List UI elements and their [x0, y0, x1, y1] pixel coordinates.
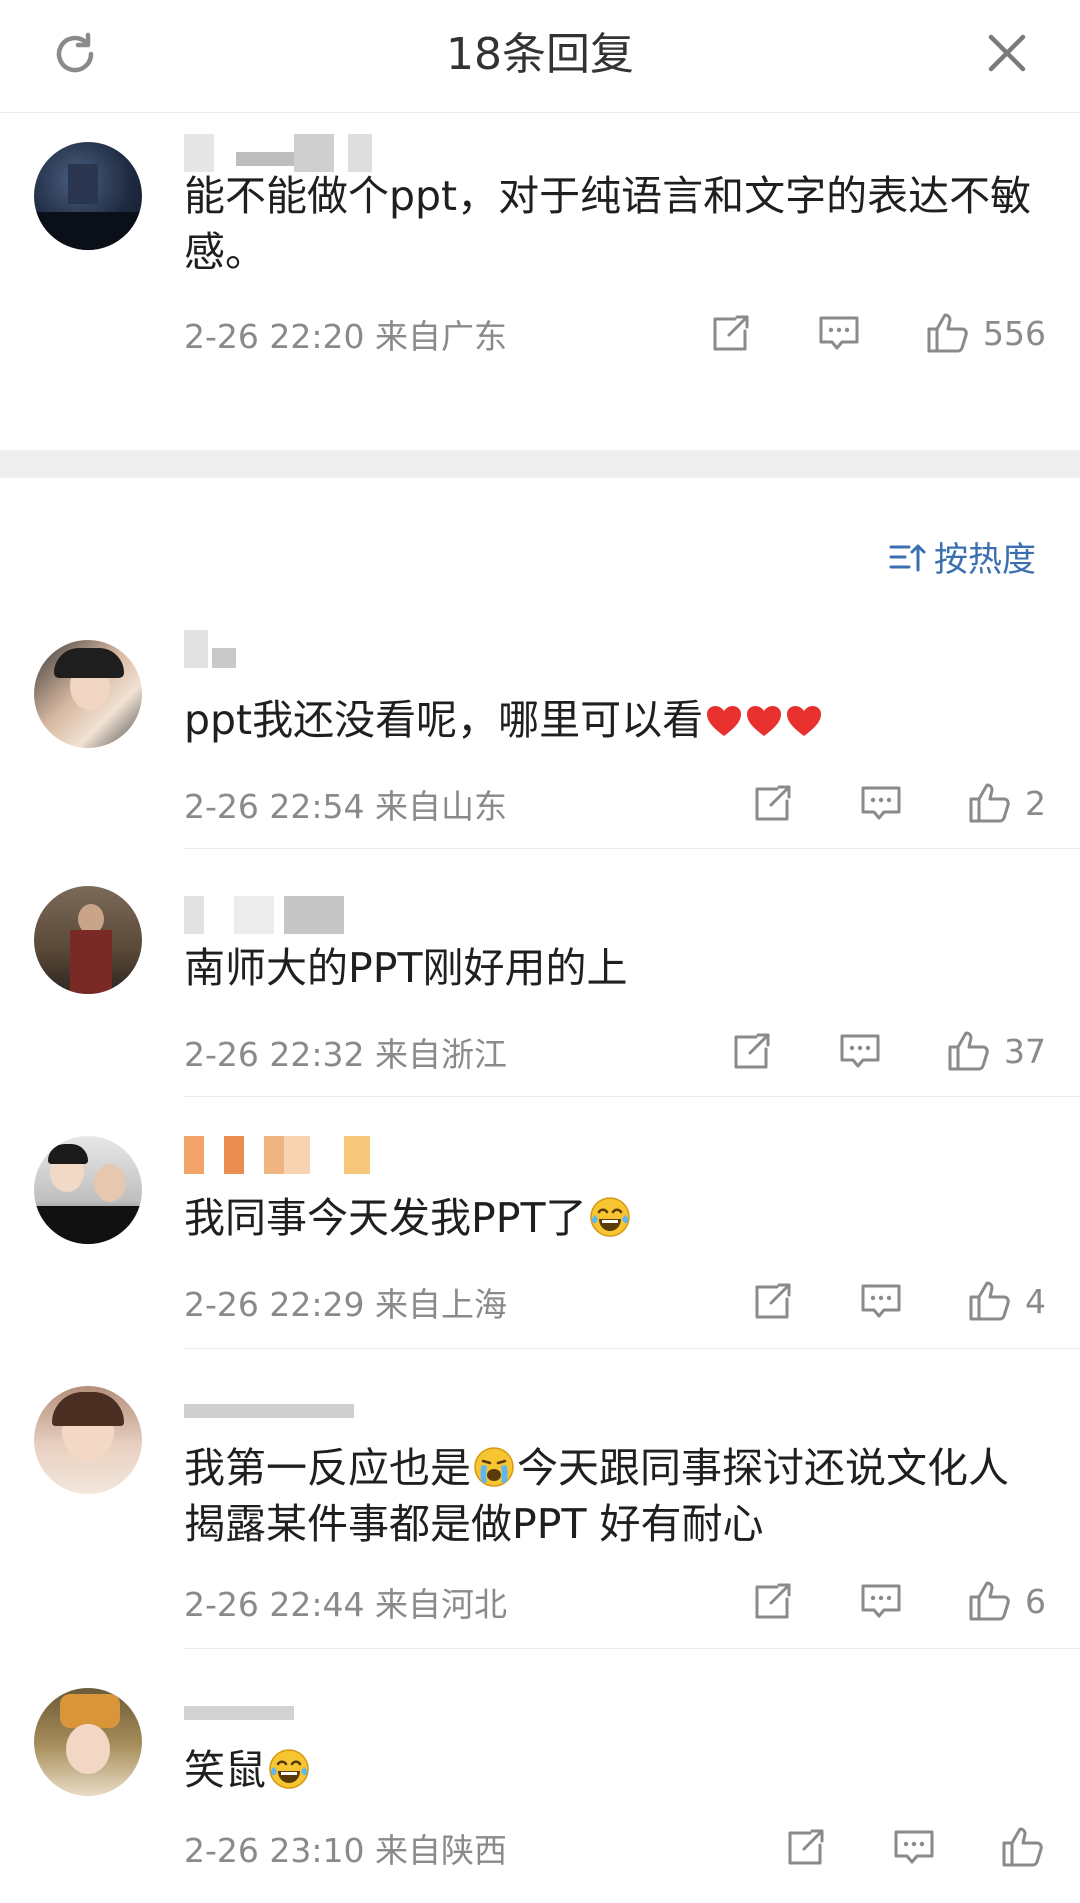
heart-emoji: [785, 704, 823, 738]
comment-actions: 37: [668, 1026, 1046, 1076]
share-icon[interactable]: [728, 1027, 776, 1075]
like-count: 4: [1025, 1281, 1046, 1321]
like-count: 2: [1025, 783, 1046, 823]
comment-text-body: 笑鼠: [184, 1746, 266, 1794]
username-blurred[interactable]: [184, 1388, 354, 1426]
comment-meta: 2-26 22:20 来自广东: [184, 317, 507, 356]
comment-icon[interactable]: [815, 309, 863, 357]
laugh-cry-emoji: [268, 1748, 310, 1790]
avatar[interactable]: [34, 1386, 142, 1494]
comment-text: 我同事今天发我PPT了: [184, 1190, 1040, 1246]
section-divider: [0, 450, 1080, 478]
root-comment: 能不能做个ppt，对于纯语言和文字的表达不敏感。 2-26 22:20 来自广东…: [0, 112, 1080, 450]
sort-toggle[interactable]: 按热度: [888, 532, 1036, 581]
comment-icon[interactable]: [857, 1277, 905, 1325]
divider: [184, 1096, 1080, 1097]
comment-meta: 2-26 22:32 来自浙江: [184, 1035, 507, 1074]
like-icon[interactable]: [965, 779, 1013, 827]
username-blurred[interactable]: [184, 896, 344, 934]
share-icon[interactable]: [749, 779, 797, 827]
comment-text: 能不能做个ppt，对于纯语言和文字的表达不敏感。: [184, 172, 1032, 276]
sort-label: 按热度: [934, 540, 1036, 580]
divider: [184, 1348, 1080, 1349]
top-bar: 18条回复: [0, 0, 1080, 113]
reply-item: 笑鼠 2-26 23:10 来自陕西: [0, 1686, 1080, 1903]
comment-meta: 2-26 22:29 来自上海: [184, 1285, 507, 1324]
comment-icon[interactable]: [890, 1823, 938, 1871]
heart-emoji: [705, 704, 743, 738]
comment-icon[interactable]: [857, 779, 905, 827]
comment-text-body: 我同事今天发我PPT了: [184, 1194, 587, 1242]
comment-text-body: ppt我还没看呢，哪里可以看: [184, 696, 704, 744]
like-count: 556: [983, 313, 1046, 353]
divider: [184, 848, 1080, 849]
avatar[interactable]: [34, 640, 142, 748]
divider: [184, 1648, 1080, 1649]
comment-text-part: 我第一反应也是: [184, 1444, 471, 1492]
avatar[interactable]: [34, 1688, 142, 1796]
heart-emoji: [745, 704, 783, 738]
comment-actions: 556: [647, 308, 1046, 358]
username-blurred[interactable]: [184, 630, 264, 668]
like-count: 37: [1004, 1031, 1046, 1071]
comment-meta: 2-26 22:54 来自山东: [184, 787, 507, 826]
avatar[interactable]: [34, 1136, 142, 1244]
like-icon[interactable]: [998, 1823, 1046, 1871]
comment-text: ppt我还没看呢，哪里可以看: [184, 692, 1040, 748]
reply-item: 南师大的PPT刚好用的上 2-26 22:32 来自浙江 37: [0, 884, 1080, 1097]
avatar[interactable]: [34, 886, 142, 994]
reply-item: 我第一反应也是 今天跟同事探讨还说文化人揭露某件事都是做PPT 好有耐心 2-26…: [0, 1384, 1080, 1649]
username-blurred[interactable]: [184, 1690, 294, 1728]
like-icon[interactable]: [944, 1027, 992, 1075]
comment-meta: 2-26 22:44 来自河北: [184, 1585, 507, 1624]
avatar[interactable]: [34, 142, 142, 250]
reply-item: ppt我还没看呢，哪里可以看 2-26 22:54 来自山东 2: [0, 630, 1080, 849]
loudly-crying-emoji: [473, 1446, 515, 1488]
reply-item: 我同事今天发我PPT了 2-26 22:29 来自上海 4: [0, 1134, 1080, 1349]
share-icon[interactable]: [782, 1823, 830, 1871]
comment-text: 南师大的PPT刚好用的上: [184, 944, 628, 992]
comment-text: 笑鼠: [184, 1742, 1040, 1798]
comment-meta: 2-26 23:10 来自陕西: [184, 1831, 507, 1870]
comment-icon[interactable]: [857, 1577, 905, 1625]
comment-actions: [722, 1822, 1046, 1872]
page-title: 18条回复: [446, 29, 634, 80]
like-icon[interactable]: [965, 1577, 1013, 1625]
share-icon[interactable]: [707, 309, 755, 357]
like-count: 6: [1025, 1581, 1046, 1621]
username-blurred[interactable]: [184, 1136, 384, 1174]
comment-actions: 2: [689, 778, 1046, 828]
sort-icon: [889, 544, 926, 571]
comment-actions: 6: [689, 1576, 1046, 1626]
share-icon[interactable]: [749, 1277, 797, 1325]
close-icon[interactable]: [982, 28, 1032, 78]
share-icon[interactable]: [749, 1577, 797, 1625]
username-blurred[interactable]: [184, 134, 384, 172]
like-icon[interactable]: [923, 309, 971, 357]
comment-text: 我第一反应也是 今天跟同事探讨还说文化人揭露某件事都是做PPT 好有耐心: [184, 1440, 1040, 1552]
comment-icon[interactable]: [836, 1027, 884, 1075]
like-icon[interactable]: [965, 1277, 1013, 1325]
laugh-cry-emoji: [589, 1196, 631, 1238]
comment-actions: 4: [689, 1276, 1046, 1326]
